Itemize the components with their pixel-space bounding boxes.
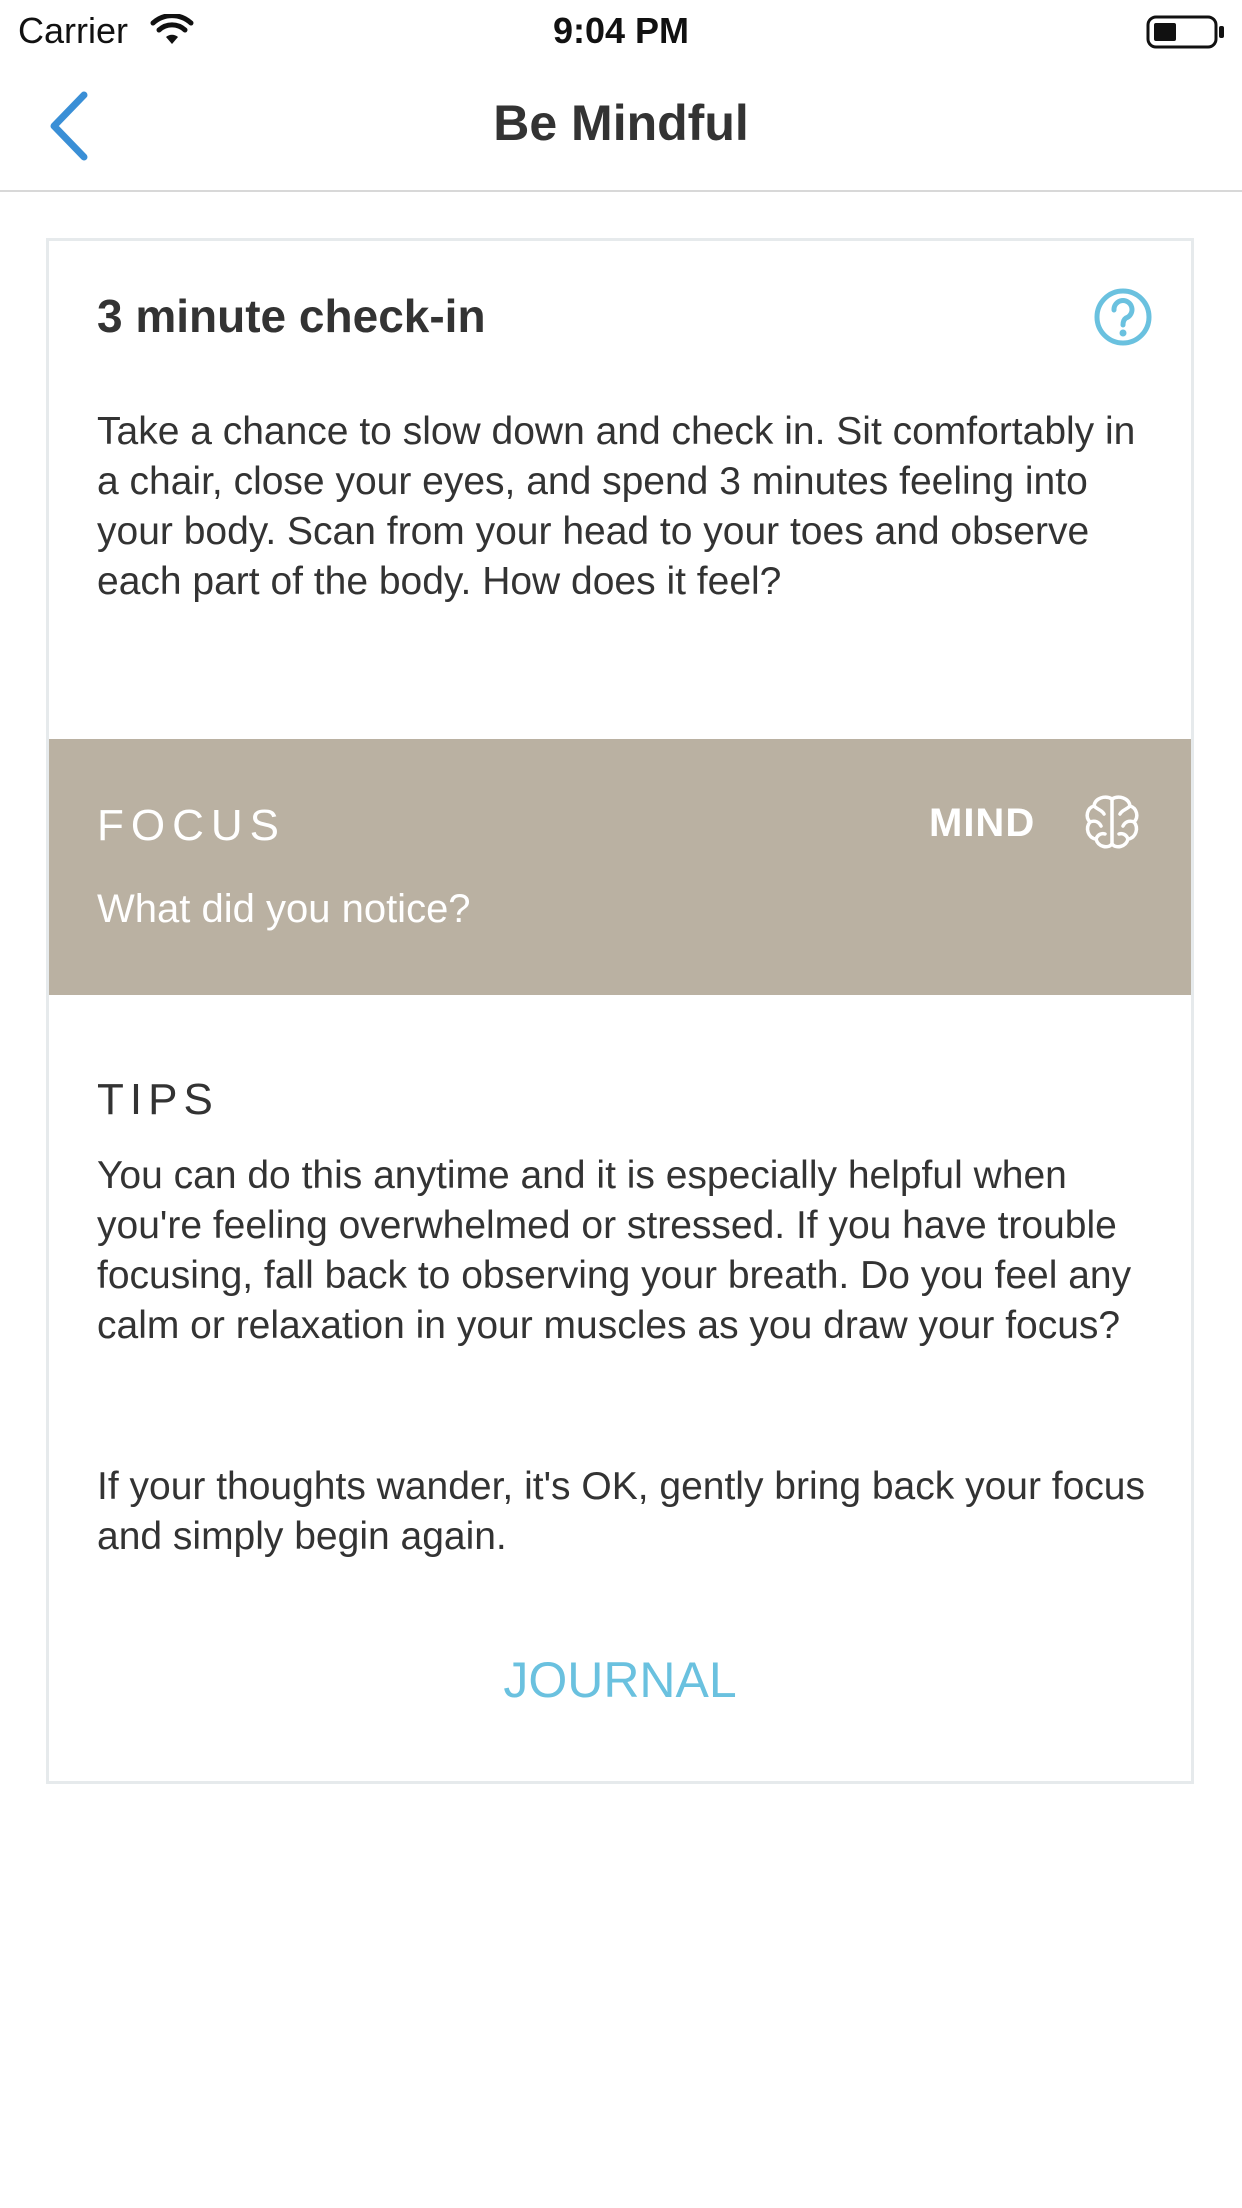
- navigation-bar: Be Mindful: [0, 62, 1242, 192]
- card-title: 3 minute check-in: [97, 290, 486, 342]
- card-description: Take a chance to slow down and check in.…: [97, 410, 1136, 603]
- tips-paragraph: If your thoughts wander, it's OK, gently…: [97, 1465, 1145, 1558]
- focus-label: FOCUS: [97, 801, 286, 850]
- brain-icon: [1085, 795, 1139, 849]
- focus-prompt: What did you notice?: [97, 887, 471, 931]
- tips-label: TIPS: [97, 1075, 219, 1124]
- journal-button[interactable]: JOURNAL: [49, 1651, 1191, 1709]
- status-time: 9:04 PM: [552, 10, 690, 51]
- battery-icon: [1146, 15, 1224, 49]
- focus-section: FOCUS What did you notice? MIND: [49, 739, 1191, 995]
- help-icon[interactable]: [1093, 287, 1153, 347]
- page-title: Be Mindful: [493, 95, 749, 151]
- tips-paragraph: You can do this anytime and it is especi…: [97, 1154, 1132, 1347]
- activity-card: 3 minute check-in Take a chance to slow …: [46, 238, 1194, 1784]
- status-bar: Carrier 9:04 PM: [0, 0, 1242, 62]
- category-label: MIND: [929, 801, 1036, 845]
